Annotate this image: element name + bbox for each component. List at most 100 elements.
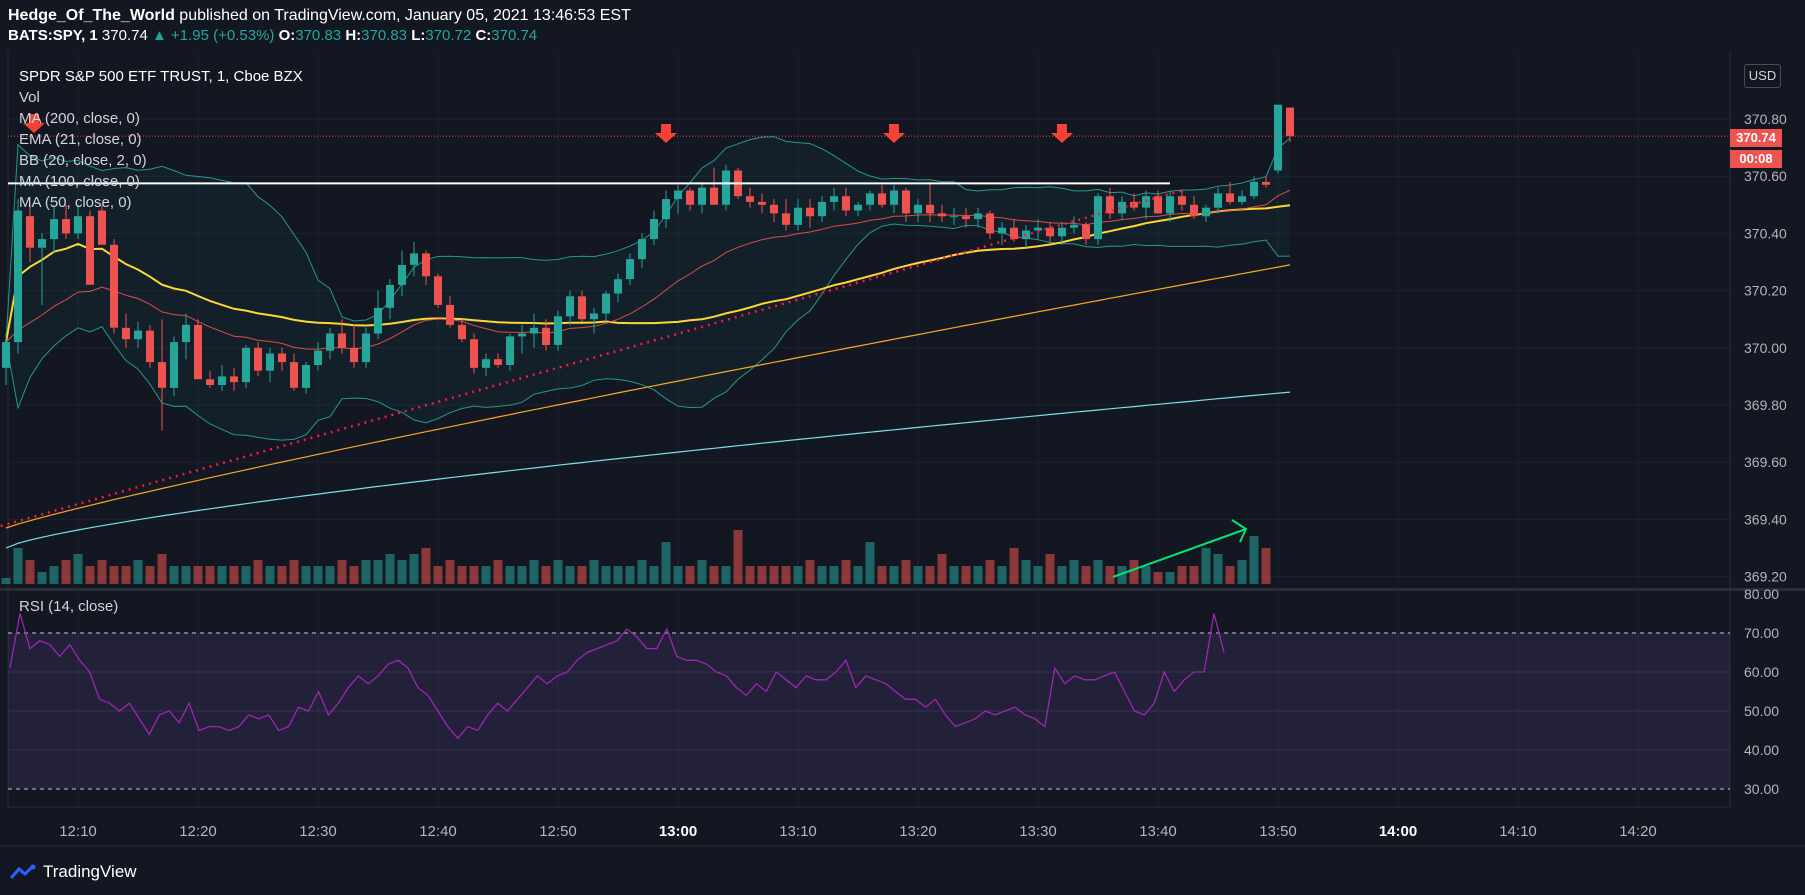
volume-bar	[1153, 572, 1163, 584]
candle-body	[518, 333, 526, 337]
candle-body	[830, 196, 838, 202]
volume-bar	[805, 560, 815, 584]
volume-bar	[709, 566, 719, 584]
candle-body	[854, 204, 862, 211]
candle-body	[710, 187, 718, 205]
legend-bb[interactable]: BB (20, close, 2, 0)	[19, 150, 303, 171]
volume-bar	[745, 566, 755, 584]
volume-bar	[541, 566, 551, 584]
volume-bar	[157, 554, 167, 584]
volume-bar	[1165, 572, 1175, 584]
candle-body	[494, 359, 502, 365]
candle-body	[878, 193, 886, 205]
volume-bar	[313, 566, 323, 584]
volume-bar	[181, 566, 191, 584]
volume-bar	[589, 560, 599, 584]
candle-body	[566, 296, 574, 317]
time-tick-label: 12:50	[539, 823, 577, 840]
candle-body	[890, 190, 898, 205]
candle-body	[1046, 227, 1054, 237]
candle-body	[134, 330, 142, 340]
volume-bar	[637, 560, 647, 584]
price-tick-label: 369.60	[1744, 454, 1787, 470]
volume-bar	[997, 566, 1007, 584]
volume-bar	[253, 560, 263, 584]
volume-bar	[1237, 560, 1247, 584]
volume-bar	[349, 566, 359, 584]
candle-body	[926, 204, 934, 214]
rsi-tick-label: 50.00	[1744, 703, 1779, 719]
rsi-legend[interactable]: RSI (14, close)	[19, 598, 118, 615]
time-tick-label: 13:50	[1259, 823, 1297, 840]
volume-bar	[481, 566, 491, 584]
legend-ma50[interactable]: MA (50, close, 0)	[19, 192, 303, 213]
candle-body	[1070, 224, 1078, 228]
candle-body	[1274, 104, 1282, 171]
volume-bar	[301, 566, 311, 584]
candle-body	[14, 210, 22, 343]
volume-bar	[661, 542, 671, 584]
candle-body	[686, 190, 694, 205]
candle-body	[614, 279, 622, 294]
candle-body	[806, 207, 814, 217]
volume-bar	[733, 530, 743, 584]
time-tick-label: 13:20	[899, 823, 937, 840]
rsi-band-fill	[8, 633, 1730, 789]
down-arrow-marker	[655, 124, 677, 143]
candle-body	[914, 204, 922, 214]
brand-label: TradingView	[43, 862, 137, 881]
legend-title[interactable]: SPDR S&P 500 ETF TRUST, 1, Cboe BZX	[19, 66, 303, 87]
candle-body	[50, 219, 58, 240]
currency-button[interactable]: USD	[1744, 64, 1781, 88]
volume-bar	[397, 560, 407, 584]
candle-body	[542, 327, 550, 345]
volume-bar	[97, 560, 107, 584]
candle-body	[758, 201, 766, 205]
candle-body	[158, 362, 166, 388]
candle-body	[818, 201, 826, 217]
candle-body	[746, 196, 754, 202]
candle-body	[290, 362, 298, 388]
candle-body	[26, 216, 34, 248]
time-tick-label: 13:00	[659, 823, 697, 840]
legend-ema21[interactable]: EMA (21, close, 0)	[19, 129, 303, 150]
candle-body	[962, 216, 970, 220]
volume-bar	[673, 566, 683, 584]
volume-bar	[973, 566, 983, 584]
legend-ma100[interactable]: MA (100, close, 0)	[19, 171, 303, 192]
volume-bar	[49, 566, 59, 584]
price-tick-label: 369.20	[1744, 569, 1787, 585]
legend-ma200[interactable]: MA (200, close, 0)	[19, 108, 303, 129]
time-tick-label: 13:30	[1019, 823, 1057, 840]
price-tick-label: 370.20	[1744, 283, 1787, 299]
candle-body	[638, 239, 646, 260]
candle-body	[398, 264, 406, 285]
time-tick-label: 14:10	[1499, 823, 1537, 840]
candle-body	[122, 327, 130, 340]
volume-bar	[793, 566, 803, 584]
volume-bar	[241, 566, 251, 584]
volume-bar	[205, 566, 215, 584]
volume-bar	[61, 560, 71, 584]
down-arrow-marker	[1051, 124, 1073, 143]
candle-body	[794, 207, 802, 225]
down-arrow-marker	[883, 124, 905, 143]
candle-body	[38, 239, 46, 248]
volume-bar	[445, 560, 455, 584]
time-tick-label: 12:20	[179, 823, 217, 840]
candle-body	[1010, 227, 1018, 240]
candle-body	[554, 316, 562, 345]
legend-vol[interactable]: Vol	[19, 87, 303, 108]
candle-body	[458, 324, 466, 340]
candle-body	[950, 216, 958, 218]
candle-body	[770, 204, 778, 214]
candle-body	[722, 170, 730, 205]
candle-body	[110, 244, 118, 328]
price-tick-label: 369.80	[1744, 397, 1787, 413]
volume-bar	[73, 554, 83, 584]
footer-brand[interactable]: TradingView	[10, 860, 137, 884]
price-tick-label: 370.80	[1744, 111, 1787, 127]
volume-bar	[1249, 536, 1259, 584]
volume-bar	[829, 566, 839, 584]
volume-bar	[961, 566, 971, 584]
